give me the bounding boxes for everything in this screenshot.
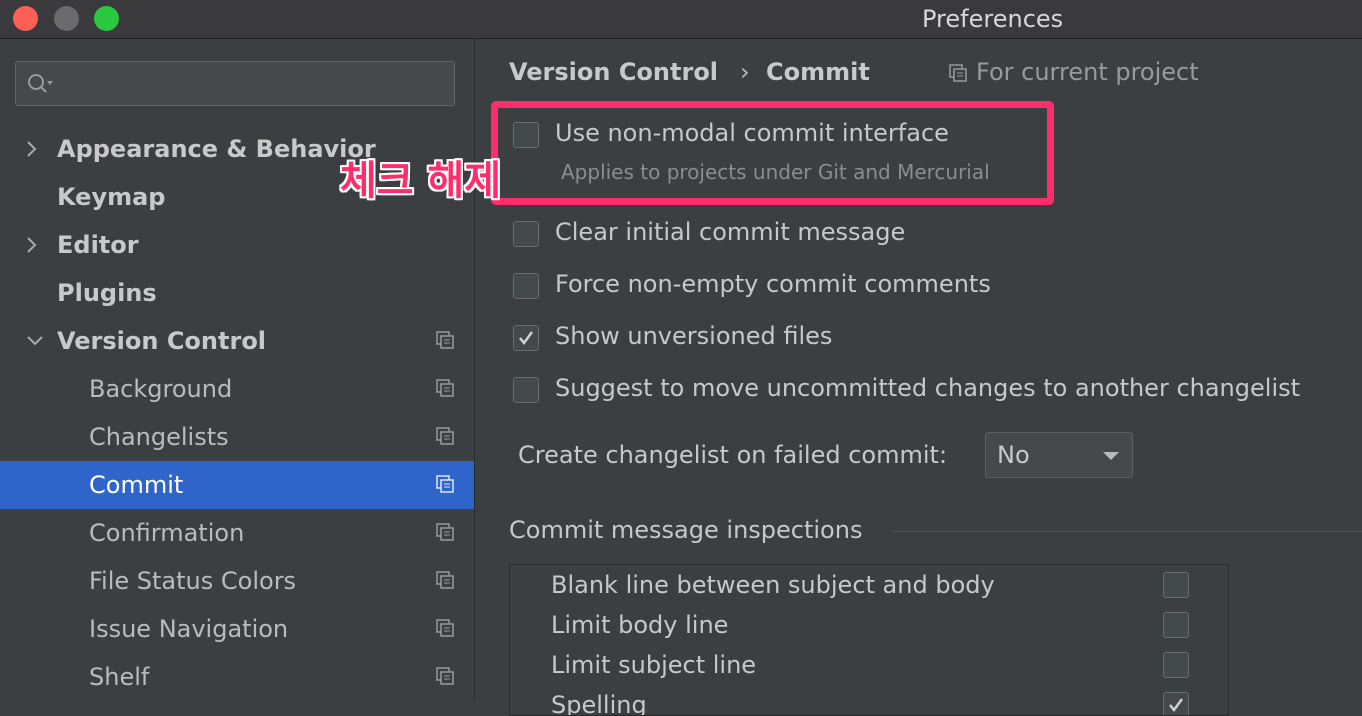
checkbox[interactable] [1163,652,1189,678]
checkbox[interactable] [513,325,539,351]
list-item[interactable]: Blank line between subject and body [510,565,1228,605]
breadcrumb-separator: › [740,58,750,86]
list-item[interactable]: Spelling [510,685,1228,716]
sidebar-item-label: Appearance & Behavior [57,135,376,163]
sidebar-item-label: Editor [57,231,139,259]
checkbox[interactable] [1163,572,1189,598]
search-input[interactable] [15,61,455,106]
sidebar-item-label: File Status Colors [89,567,297,595]
chevron-right-icon[interactable] [25,235,39,255]
breadcrumb-current: Commit [766,58,870,86]
project-scope-icon [436,379,454,397]
sidebar-item-label: Background [89,375,233,403]
sidebar-item-label: Shelf [89,663,150,691]
inspection-label: Limit subject line [551,651,757,679]
sidebar-item-label: Keymap [57,183,166,211]
chevron-down-icon[interactable] [25,331,45,351]
checkmark-icon [519,331,534,346]
project-scope-icon [436,619,454,637]
search-icon [28,74,53,93]
checkmark-icon [1169,698,1184,713]
sidebar-item-label: Issue Navigation [89,615,289,643]
option-label: Clear initial commit message [555,218,906,246]
section-divider [892,531,1362,532]
inspections-list[interactable]: Blank line between subject and body Limi… [509,564,1229,716]
chevron-down-icon [1103,452,1119,460]
option-label: Suggest to move uncommitted changes to a… [555,374,1301,402]
inspection-label: Spelling [551,691,647,716]
checkbox[interactable] [1163,692,1189,715]
project-scope-icon [436,571,454,589]
sidebar-item-commit[interactable]: Commit [0,461,474,509]
sidebar-item-issue-navigation[interactable]: Issue Navigation [0,605,474,653]
annotation-label: 체크 해제 [340,158,502,204]
chevron-right-icon[interactable] [25,139,39,159]
scope-label: For current project [976,58,1199,86]
sidebar-item-file-status-colors[interactable]: File Status Colors [0,557,474,605]
option-label: Show unversioned files [555,322,833,350]
sidebar-item-label: Changelists [89,423,229,451]
sidebar-item-background[interactable]: Background [0,365,474,413]
project-scope-icon [436,427,454,445]
inspection-label: Limit body line [551,611,729,639]
annotation-highlight-box [491,101,1054,205]
list-item[interactable]: Limit body line [510,605,1228,645]
close-window-button[interactable] [13,6,38,31]
checkbox[interactable] [513,377,539,403]
sidebar-item-shelf[interactable]: Shelf [0,653,474,701]
sidebar-item-confirmation[interactable]: Confirmation [0,509,474,557]
sidebar-item-changelists[interactable]: Changelists [0,413,474,461]
maximize-window-button[interactable] [94,6,119,31]
checkbox[interactable] [513,273,539,299]
option-label: Force non-empty commit comments [555,270,991,298]
settings-content: Version Control › Commit For current pro… [475,39,1362,716]
checkbox[interactable] [1163,612,1189,638]
failed-commit-select[interactable]: No [985,432,1133,478]
failed-commit-label: Create changelist on failed commit: [518,441,948,469]
sidebar-item-label: Plugins [57,279,157,307]
project-scope-icon [436,667,454,685]
sidebar-item-label: Confirmation [89,519,245,547]
sidebar-item-version-control[interactable]: Version Control [0,317,474,365]
minimize-window-button[interactable] [54,6,79,31]
window-title: Preferences [922,5,1064,33]
project-scope-icon [436,331,454,349]
project-scope-icon [949,64,967,82]
select-value: No [997,441,1030,469]
sidebar-item-label: Version Control [57,327,267,355]
sidebar-item-editor[interactable]: Editor [0,221,474,269]
project-scope-icon [436,475,454,493]
sidebar-item-label: Commit [89,471,184,499]
checkbox[interactable] [513,221,539,247]
breadcrumb-parent[interactable]: Version Control [509,58,718,86]
sidebar-item-plugins[interactable]: Plugins [0,269,474,317]
inspection-label: Blank line between subject and body [551,571,995,599]
title-bar: Preferences [0,0,1362,39]
section-title: Commit message inspections [509,516,863,544]
project-scope-icon [436,523,454,541]
list-item[interactable]: Limit subject line [510,645,1228,685]
settings-sidebar: Appearance & Behavior Keymap Editor Plug… [0,39,475,700]
